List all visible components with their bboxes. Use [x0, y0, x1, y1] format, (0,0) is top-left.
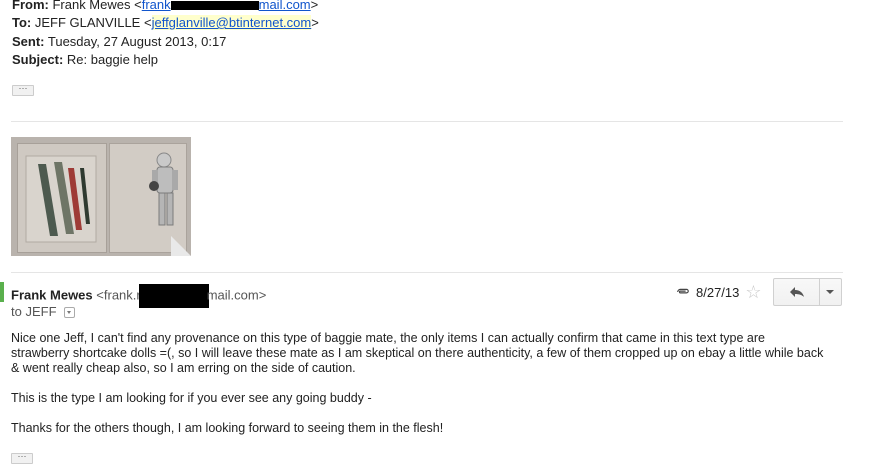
- message-paragraph: Thanks for the others though, I am looki…: [11, 421, 444, 435]
- quoted-to-line: To: JEFF GLANVILLE <jeffglanville@btinte…: [12, 15, 319, 30]
- quoted-sent-line: Sent: Tuesday, 27 August 2013, 0:17: [12, 34, 226, 49]
- quoted-subject-line: Subject: Re: baggie help: [12, 52, 158, 67]
- to-label: To:: [12, 15, 32, 30]
- message-paragraph: Nice one Jeff, I can't find any provenan…: [11, 331, 824, 375]
- sent-label: Sent:: [12, 34, 45, 49]
- chevron-down-icon[interactable]: [64, 307, 76, 319]
- reply-button-group[interactable]: [773, 278, 842, 306]
- subject-value: Re: baggie help: [66, 52, 158, 67]
- from-email-end[interactable]: mail.com: [259, 0, 311, 12]
- from-name: Frank Mewes: [52, 0, 131, 12]
- show-trimmed-content-top[interactable]: ···: [12, 79, 34, 96]
- divider-message: [11, 272, 843, 273]
- message-meta: 8/27/13 ☆: [676, 283, 762, 301]
- more-actions-button[interactable]: [820, 278, 842, 306]
- show-trimmed-content-bottom[interactable]: ···: [11, 447, 33, 464]
- attached-photo[interactable]: [11, 137, 191, 256]
- sender-address-start: <frank.r: [96, 287, 141, 303]
- reply-icon: [789, 287, 804, 297]
- message-paragraph: This is the type I am looking for if you…: [11, 391, 372, 405]
- from-email-start[interactable]: frank: [142, 0, 171, 12]
- sent-value: Tuesday, 27 August 2013, 0:17: [47, 34, 227, 49]
- from-label: From:: [12, 0, 49, 12]
- redaction-mark: [170, 1, 259, 11]
- unread-accent-bar: [0, 282, 4, 302]
- page-curl-icon: [171, 236, 191, 256]
- to-name: JEFF GLANVILLE: [34, 15, 141, 30]
- sender-name[interactable]: Frank Mewes: [11, 287, 93, 302]
- quoted-from-line: From: Frank Mewes <frank mail.com>: [12, 0, 318, 12]
- sender-address-end: mail.com>: [206, 287, 267, 303]
- recipient-line: to JEFF: [11, 304, 76, 319]
- paperclip-icon: [677, 288, 689, 294]
- to-email-link[interactable]: jeffglanville@btinternet.com: [151, 15, 312, 30]
- ellipsis-button[interactable]: ···: [12, 84, 34, 96]
- baggie-left: [17, 143, 107, 253]
- message-date[interactable]: 8/27/13: [696, 285, 739, 300]
- divider: [11, 121, 843, 122]
- subject-label: Subject:: [12, 52, 64, 67]
- star-icon[interactable]: ☆: [745, 283, 761, 301]
- to-line-text: to JEFF: [11, 304, 57, 319]
- redaction-mark: [138, 284, 209, 308]
- reply-button[interactable]: [773, 278, 821, 306]
